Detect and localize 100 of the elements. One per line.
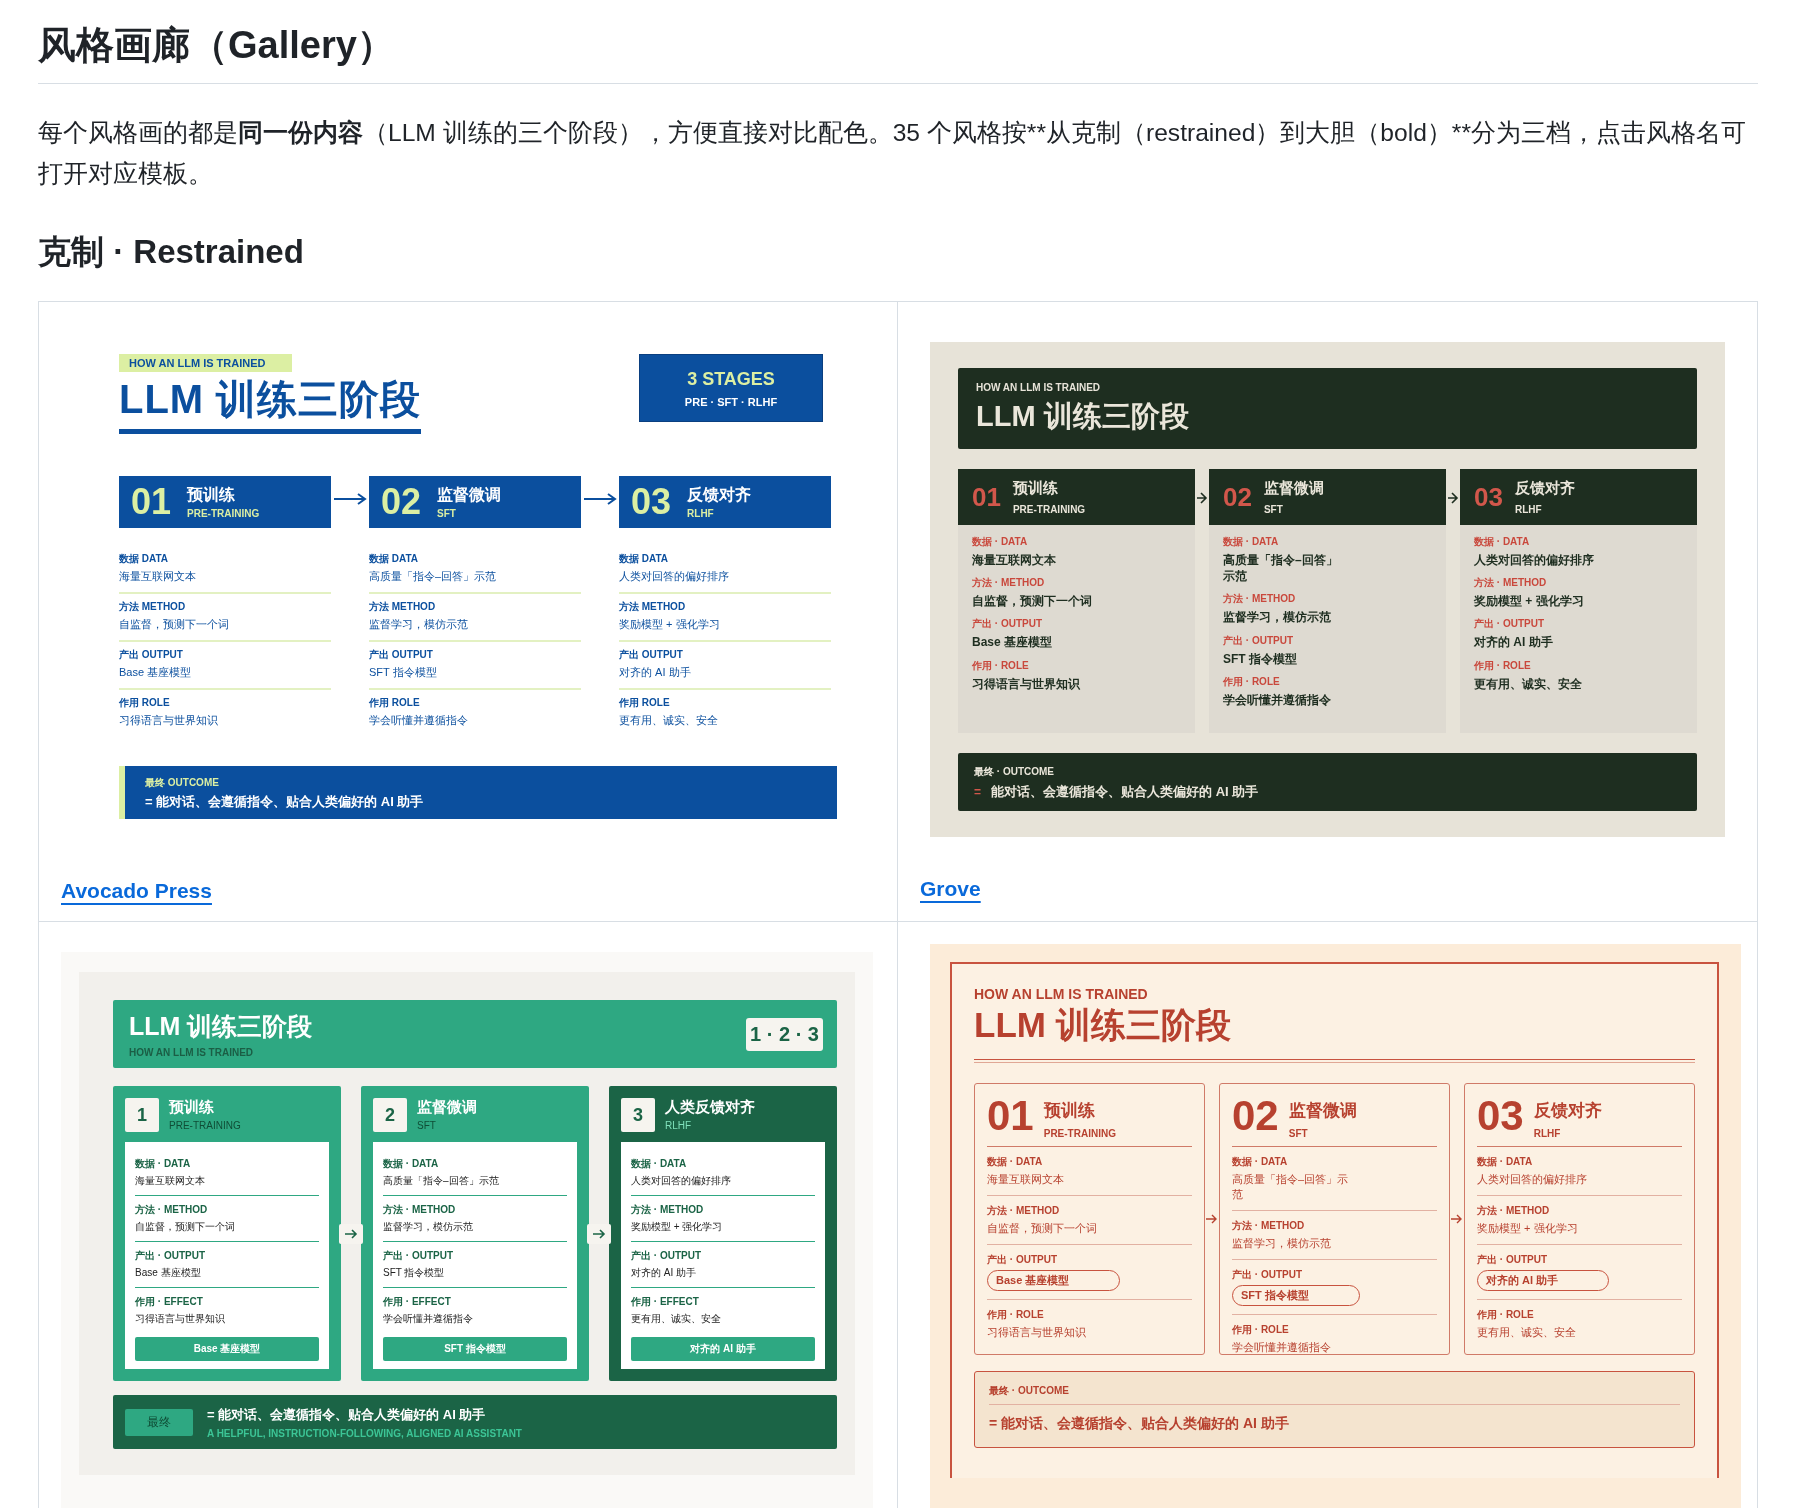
field-value: 海量互联网文本 [972,552,1056,569]
field-label: 作用 ROLE [619,696,670,710]
field-value: 自监督，预测下一个词 [987,1221,1097,1236]
field-label: 作用 · ROLE [972,658,1029,673]
field-label: 数据 DATA [119,552,169,566]
field-label: 数据 DATA [619,552,669,566]
field-value: SFT 指令模型 [383,1266,445,1280]
field-label: 数据 · DATA [383,1157,439,1171]
field-value: Base 基座模型 [135,1266,201,1280]
field-value: 自监督，预测下一个词 [972,593,1092,610]
field-value: 人类对回答的偏好排序 [619,569,729,584]
outcome-bar: 最终 OUTCOME = 能对话、会遵循指令、贴合人类偏好的 AI 助手 [119,766,837,819]
result-tag: 对齐的 AI 助手 [631,1337,815,1361]
outcome-bar: 最终 · OUTCOME = 能对话、会遵循指令、贴合人类偏好的 AI 助手 [958,753,1697,811]
eyebrow-text: HOW AN LLM IS TRAINED [129,1047,255,1058]
field-label: 方法 · METHOD [135,1203,208,1217]
stage-name: 反馈对齐 [1533,1100,1602,1122]
page-heading: 风格画廊（Gallery） [38,0,1758,84]
field-value: 对齐的 AI 助手 [1474,634,1553,651]
field-label: 产出 · OUTPUT [1477,1253,1547,1267]
section-heading: 克制 · Restrained [38,232,305,272]
field-value: 习得语言与世界知识 [987,1325,1086,1340]
field-value: 更有用、诚实、安全 [1477,1325,1576,1340]
field-label: 方法 METHOD [369,600,436,614]
field-label: 方法 · METHOD [631,1203,704,1217]
stage-subtitle: SFT [1288,1128,1309,1139]
field-label: 作用 · ROLE [1232,1323,1289,1337]
field-value: 学会听懂并遵循指令 [1232,1340,1331,1355]
step-number: 3 [621,1098,655,1132]
field-value: 更有用、诚实、安全 [619,713,718,728]
stage-number: 03 [1477,1092,1524,1140]
field-value: SFT 指令模型 [1223,650,1297,667]
field-label: 产出 · OUTPUT [987,1253,1057,1267]
slide-title: LLM 训练三阶段 [129,1011,313,1042]
slide-title: LLM 训练三阶段 [119,372,422,434]
field-value: 对齐的 AI 助手 [631,1266,696,1280]
field-label: 数据 · DATA [972,535,1028,549]
field-value: SFT 指令模型 [369,665,437,680]
field-value: 监督学习，模仿示范 [1223,609,1331,626]
style-link[interactable]: Avocado Press [61,879,212,903]
eyebrow-tag: HOW AN LLM IS TRAINED [119,354,292,372]
slide-title: LLM 训练三阶段 [976,399,1190,434]
stage-subtitle: RLHF [1533,1128,1562,1139]
stage-name: 监督微调 [417,1098,477,1117]
style-link[interactable]: Grove [920,877,981,901]
field-label: 方法 · METHOD [972,576,1045,591]
field-value: 海量互联网文本 [135,1174,205,1188]
outcome-text: = 能对话、会遵循指令、贴合人类偏好的 AI 助手 [207,1405,487,1424]
field-label: 产出 OUTPUT [119,648,183,662]
field-value: 更有用、诚实、安全 [631,1312,721,1326]
field-label: 产出 · OUTPUT [383,1249,453,1263]
field-value: 奖励模型 + 强化学习 [1477,1221,1578,1236]
field-label: 数据 · DATA [1474,535,1530,549]
field-label: 数据 · DATA [1477,1155,1533,1169]
field-value: 人类对回答的偏好排序 [1474,552,1594,569]
stage-number: 02 [1232,1092,1279,1140]
field-label: 方法 · METHOD [1477,1204,1550,1218]
field-label: 数据 · DATA [1223,535,1279,549]
field-label: 数据 · DATA [987,1155,1043,1169]
field-label: 数据 DATA [369,552,419,566]
stage-number: 01 [987,1092,1034,1140]
field-label: 产出 · OUTPUT [972,617,1042,632]
field-value: 习得语言与世界知识 [119,713,218,728]
field-label: 作用 · ROLE [1223,674,1280,689]
field-label: 产出 · OUTPUT [1474,617,1544,632]
field-value: 高质量「指令–回答」示范 [383,1174,499,1188]
stages-badge: 3 STAGES PRE · SFT · RLHF [639,354,823,422]
arrow-icon [583,492,617,506]
stage-name: 预训练 [1043,1100,1096,1122]
outcome-subtitle: A HELPFUL, INSTRUCTION-FOLLOWING, ALIGNED AI ASSISTANT [207,1427,522,1439]
field-label: 作用 · ROLE [987,1308,1044,1322]
field-value: 人类对回答的偏好排序 [631,1174,731,1188]
field-value: 学会听懂并遵循指令 [369,713,468,728]
field-label: 作用 ROLE [369,696,420,710]
field-value: 高质量「指令–回答」示范 [1223,552,1339,585]
field-label: 作用 · ROLE [1474,658,1531,673]
intro-paragraph: 每个风格画的都是同一份内容（LLM 训练的三个阶段），方便直接对比配色。35 个风格按**从克制（restrained）到大胆（bold）**分为三档，点击风格名可打开对应模板。 [38,118,1747,189]
field-label: 作用 ROLE [119,696,170,710]
field-label: 数据 · DATA [135,1157,191,1171]
stage-subtitle: PRE-TRAINING [169,1120,241,1131]
field-label: 作用 · EFFECT [383,1295,451,1309]
field-label: 产出 OUTPUT [369,648,433,662]
arrow-icon [1206,1213,1218,1225]
field-value: 监督学习，模仿示范 [1232,1236,1331,1251]
result-tag: SFT 指令模型 [383,1337,567,1361]
field-label: 作用 · ROLE [1477,1308,1534,1322]
arrow-icon [333,492,367,506]
field-label: 方法 · METHOD [1474,576,1547,591]
field-value: 学会听懂并遵循指令 [1223,691,1331,708]
field-value: 自监督，预测下一个词 [135,1220,235,1234]
field-label: 产出 · OUTPUT [631,1249,701,1263]
field-label: 产出 OUTPUT [619,648,683,662]
field-value: 人类对回答的偏好排序 [1477,1172,1587,1187]
arrow-icon [1451,1213,1463,1225]
field-value: 监督学习，模仿示范 [383,1220,473,1234]
field-label: 产出 · OUTPUT [135,1249,205,1263]
field-label: 方法 METHOD [619,600,686,614]
outcome-tag: 最终 [125,1408,193,1436]
outcome-text: = 能对话、会遵循指令、贴合人类偏好的 AI 助手 [989,1415,1290,1433]
field-value: 习得语言与世界知识 [972,675,1080,692]
